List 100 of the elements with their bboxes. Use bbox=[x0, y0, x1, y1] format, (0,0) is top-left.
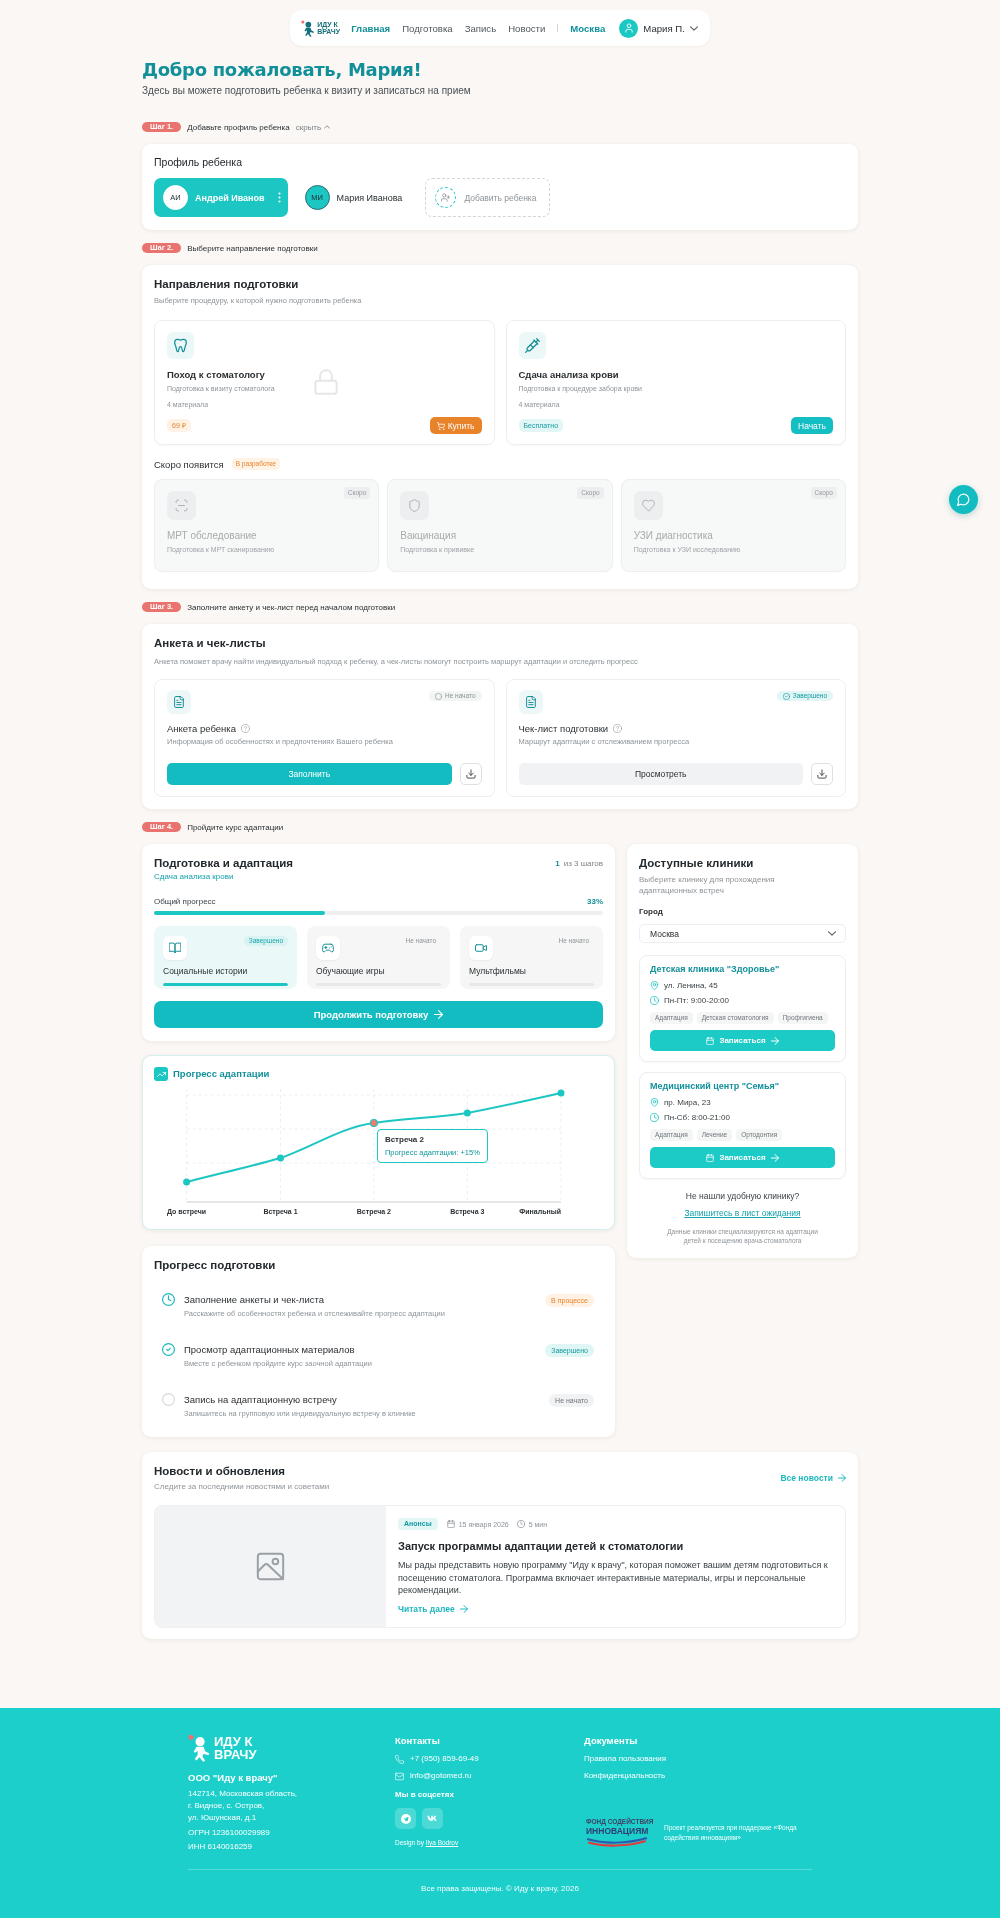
clinic-hours: Пн-Пт: 9:00-20:00 bbox=[664, 996, 729, 1005]
direction-link[interactable]: Сдача анализа крови bbox=[154, 871, 603, 882]
chat-bubble-icon bbox=[957, 493, 970, 506]
tooth-icon bbox=[167, 332, 194, 359]
clinic-address: пр. Мира, 23 bbox=[664, 1098, 711, 1107]
news-text: Мы рады представить новую программу "Иду к врачу", которая поможет вашим детям подготовиться к посещению стоматолога. Программа включает интерактивные материалы, игры и персональные рекомендации. bbox=[398, 1559, 829, 1597]
cart-icon bbox=[436, 421, 445, 430]
fund-logo-text: ИННОВАЦИЯМ bbox=[586, 1826, 650, 1836]
check-circle-icon bbox=[162, 1343, 175, 1356]
add-child-button[interactable]: Добавить ребенка bbox=[425, 178, 550, 217]
download-icon bbox=[465, 769, 476, 779]
card-title: Профиль ребенка bbox=[154, 155, 243, 169]
waitlist-link[interactable]: Запишитесь в лист ожидания bbox=[684, 1208, 801, 1219]
card-subtitle: Следите за последними новостями и советами bbox=[154, 1481, 330, 1492]
chart-point[interactable] bbox=[369, 1118, 378, 1128]
steps-total: из 3 шагов bbox=[563, 858, 603, 869]
direction-title: Вакцинация bbox=[400, 529, 458, 542]
map-pin-icon bbox=[650, 1098, 659, 1107]
news-title: Запуск программы адаптации детей к стоматологии bbox=[398, 1539, 685, 1554]
vk-button[interactable] bbox=[422, 1808, 443, 1829]
clock-icon bbox=[650, 996, 659, 1005]
fill-in-button[interactable]: Заполнить bbox=[167, 763, 452, 785]
welcome-subtitle: Здесь вы можете подготовить ребенка к визиту и записаться на прием bbox=[142, 84, 472, 98]
nav-link[interactable]: Подготовка bbox=[402, 21, 453, 35]
chart-point[interactable] bbox=[463, 1109, 471, 1117]
task-title: Просмотр адаптационных материалов bbox=[184, 1343, 356, 1356]
buy-button[interactable]: Купить bbox=[429, 417, 482, 434]
news-article[interactable] bbox=[154, 1505, 846, 1628]
mail-icon bbox=[395, 1771, 404, 1781]
chat-button[interactable] bbox=[949, 485, 978, 514]
progress-label: Общий прогресс bbox=[154, 896, 216, 907]
nav-link[interactable]: Запись bbox=[464, 21, 497, 35]
all-news-link[interactable]: Все новости bbox=[780, 1473, 846, 1483]
module-title: Обучающие игры bbox=[316, 966, 386, 977]
hide-toggle[interactable]: скрыть bbox=[295, 122, 331, 132]
chevron-up-icon bbox=[324, 125, 331, 129]
direction-title: Поход к стоматологу bbox=[167, 368, 266, 381]
section-title: Скоро появится bbox=[154, 458, 224, 470]
download-button[interactable] bbox=[811, 763, 833, 785]
direction-title: МРТ обследование bbox=[167, 529, 258, 542]
start-button[interactable]: Начать bbox=[791, 417, 833, 434]
user-menu-button[interactable]: Мария П. bbox=[619, 18, 698, 38]
ogrn-number: ОГРН 1236100029989 bbox=[188, 1827, 271, 1839]
syringe-icon bbox=[518, 332, 546, 359]
read-more-link[interactable]: Читать далее bbox=[398, 1603, 833, 1615]
running-child-icon bbox=[188, 1734, 211, 1762]
download-icon bbox=[817, 769, 827, 779]
city-link[interactable]: Москва bbox=[570, 22, 606, 34]
check-circle-icon bbox=[782, 692, 790, 700]
scan-frame-icon bbox=[167, 491, 196, 520]
help-icon[interactable] bbox=[613, 724, 623, 733]
image-icon bbox=[255, 1551, 286, 1582]
calendar-icon bbox=[706, 1036, 715, 1045]
video-camera-icon bbox=[469, 936, 493, 960]
copyright: Все права защищены. © Иду к врачу, 2026 bbox=[420, 1883, 580, 1895]
chart-point[interactable] bbox=[557, 1089, 565, 1097]
arrow-right-icon bbox=[770, 1036, 779, 1045]
card-title: Новости и обновления bbox=[154, 1464, 286, 1479]
step-text: Добавьте профиль ребенка bbox=[187, 122, 290, 132]
arrow-right-icon bbox=[770, 1153, 779, 1162]
nav-link[interactable]: Главная bbox=[351, 21, 391, 35]
clock-icon bbox=[650, 1113, 659, 1122]
continue-button[interactable]: Продолжить подготовку bbox=[154, 1001, 603, 1028]
view-button[interactable]: Просмотреть bbox=[518, 763, 803, 785]
shield-icon bbox=[400, 491, 430, 520]
vk-icon bbox=[426, 1815, 439, 1822]
help-icon[interactable] bbox=[240, 724, 250, 733]
chart-point[interactable] bbox=[183, 1178, 191, 1186]
arrow-right-icon bbox=[838, 1474, 846, 1482]
flag-swoosh-icon bbox=[586, 1837, 648, 1847]
card-title: Прогресс подготовки bbox=[154, 1258, 277, 1273]
city-select[interactable]: Москва bbox=[639, 924, 846, 943]
chart-point[interactable] bbox=[277, 1154, 284, 1162]
form-title: Чек-лист подготовки bbox=[518, 722, 609, 735]
calendar-icon bbox=[706, 1153, 715, 1162]
chevron-down-icon bbox=[689, 25, 698, 31]
card-subtitle: Выберите клинику для прохождения адаптационных встреч bbox=[639, 874, 776, 896]
welcome-title: Добро пожаловать, Мария! bbox=[142, 58, 423, 82]
download-button[interactable] bbox=[459, 763, 482, 785]
card-title: Доступные клиники bbox=[639, 856, 755, 871]
book-button[interactable]: Записаться bbox=[650, 1147, 835, 1168]
more-options-icon[interactable] bbox=[277, 192, 281, 203]
user-avatar-icon bbox=[619, 18, 639, 38]
logo-text: ИДУ К ВРАЧУ bbox=[214, 1735, 258, 1761]
field-label: Город bbox=[639, 906, 664, 917]
module-title: Социальные истории bbox=[163, 966, 249, 977]
company-name: ООО "Иду к врачу" bbox=[188, 1772, 279, 1784]
footer-heading: Документы bbox=[584, 1734, 639, 1747]
card-title: Направления подготовки bbox=[154, 277, 300, 292]
task-title: Запись на адаптационную встречу bbox=[184, 1393, 338, 1406]
nav-link[interactable]: Новости bbox=[508, 21, 546, 35]
direction-title: УЗИ диагностика bbox=[633, 529, 714, 542]
telegram-button[interactable] bbox=[395, 1808, 416, 1829]
social-heading: Мы в соцсетях bbox=[395, 1789, 455, 1800]
document-icon bbox=[518, 690, 543, 714]
task-title: Заполнение анкеты и чек-листа bbox=[184, 1293, 325, 1306]
progress-value: 33% bbox=[587, 896, 603, 907]
form-title: Анкета ребенка bbox=[167, 722, 236, 735]
book-button[interactable]: Записаться bbox=[650, 1030, 835, 1051]
arrow-right-icon bbox=[459, 1605, 468, 1613]
